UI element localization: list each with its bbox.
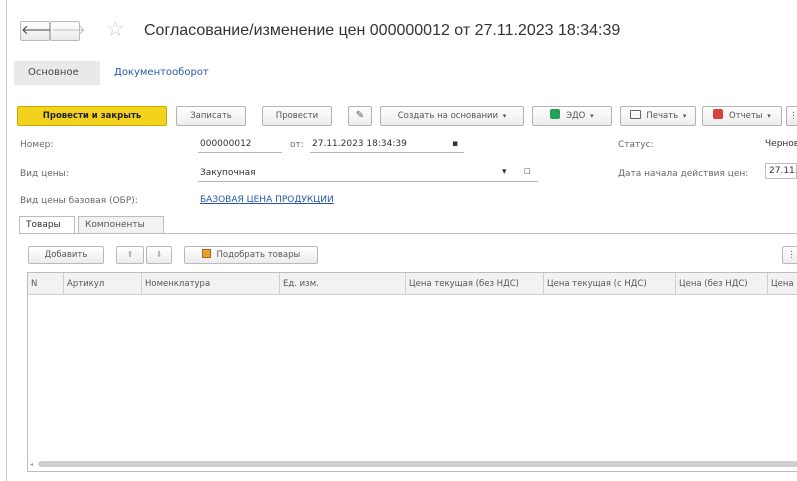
number-field-underline [198,152,282,153]
pen-icon: ✎ [355,110,365,121]
open-icon[interactable]: □ [524,167,531,175]
reports-button[interactable]: Отчеты ▾ [702,106,782,126]
edit-button[interactable]: ✎ [348,106,372,126]
add-row-button[interactable]: Добавить [28,246,104,264]
edo-label: ЭДО [566,111,586,121]
price-type-underline [198,181,538,182]
section-workflow[interactable]: Документооборот [114,61,209,85]
forward-arrow-icon: 🡒 [51,23,86,38]
report-icon [713,109,724,119]
edo-icon [550,109,561,119]
print-label: Печать [646,111,679,121]
chevron-down-icon[interactable]: ▾ [502,167,507,177]
column-header-current-price-no-vat[interactable]: Цена текущая (без НДС) [406,273,544,295]
more-actions-button[interactable]: ⋮ [786,106,797,126]
more-icon: ⋮ [787,250,796,260]
arrow-up-icon: ⬆ [126,250,134,260]
create-based-on-label: Создать на основании [397,111,499,121]
column-header-nomenclature[interactable]: Номенклатура [142,273,280,295]
tab-components[interactable]: Компоненты [78,216,164,234]
post-button[interactable]: Провести [262,106,332,126]
pick-goods-button[interactable]: Подобрать товары [184,246,318,264]
goods-table[interactable]: N Артикул Номенклатура Ед. изм. Цена тек… [27,272,797,472]
chevron-down-icon: ▾ [682,112,687,120]
number-field[interactable]: 000000012 [200,139,252,149]
column-header-price-no-vat[interactable]: Цена (без НДС) [676,273,768,295]
base-price-type-label: Вид цены базовая (ОБР): [20,196,138,206]
create-based-on-button[interactable]: Создать на основании ▾ [380,106,524,126]
column-header-number[interactable]: N [28,273,64,295]
back-button[interactable]: 🡐 [20,21,56,41]
base-price-type-link[interactable]: БАЗОВАЯ ЦЕНА ПРОДУКЦИИ [200,195,334,205]
post-and-close-button[interactable]: Провести и закрыть [17,106,167,126]
document-title: Согласование/изменение цен 000000012 от … [144,22,621,39]
price-type-label: Вид цены: [20,169,69,179]
pick-goods-label: Подобрать товары [216,250,301,260]
price-type-field[interactable]: Закупочная [200,168,256,178]
column-header-current-price-vat[interactable]: Цена текущая (с НДС) [544,273,676,295]
print-button[interactable]: Печать ▾ [620,106,696,126]
arrow-down-icon: ⬇ [155,250,163,260]
start-date-field[interactable]: 27.11.2023 [765,163,797,179]
chevron-down-icon: ▾ [502,112,507,120]
column-header-article[interactable]: Артикул [64,273,142,295]
forward-button[interactable]: 🡒 [50,21,86,41]
column-header-unit[interactable]: Ед. изм. [280,273,406,295]
pick-box-icon [201,249,211,258]
chevron-down-icon: ▾ [767,112,771,120]
printer-icon [629,110,641,119]
date-field[interactable]: 27.11.2023 18:34:39 [312,139,407,149]
date-from-label: от: [290,140,304,150]
status-field[interactable]: Черновик [765,139,797,149]
section-main[interactable]: Основное [14,61,100,85]
reports-label: Отчеты [728,111,763,121]
start-date-label: Дата начала действия цен: [618,169,749,179]
star-icon[interactable]: ☆ [106,17,125,41]
scroll-left-icon[interactable]: ◂ [30,461,33,468]
move-up-button[interactable]: ⬆ [116,246,144,264]
tab-divider [19,233,797,234]
tab-goods[interactable]: Товары [19,216,75,234]
table-header: N Артикул Номенклатура Ед. изм. Цена тек… [28,273,797,295]
horizontal-scrollbar[interactable] [38,461,797,467]
write-button[interactable]: Записать [176,106,246,126]
number-label: Номер: [20,140,54,150]
column-header-price-vat[interactable]: Цена (с НДС) [768,273,797,295]
window-left-border [6,0,7,481]
date-field-underline [310,152,464,153]
move-down-button[interactable]: ⬇ [146,246,172,264]
more-icon: ⋮ [789,111,797,121]
edo-button[interactable]: ЭДО ▾ [532,106,612,126]
calendar-icon[interactable]: ▪ [452,139,458,149]
table-more-button[interactable]: ⋮ [782,246,797,264]
status-label: Статус: [618,140,654,150]
chevron-down-icon: ▾ [590,112,594,120]
